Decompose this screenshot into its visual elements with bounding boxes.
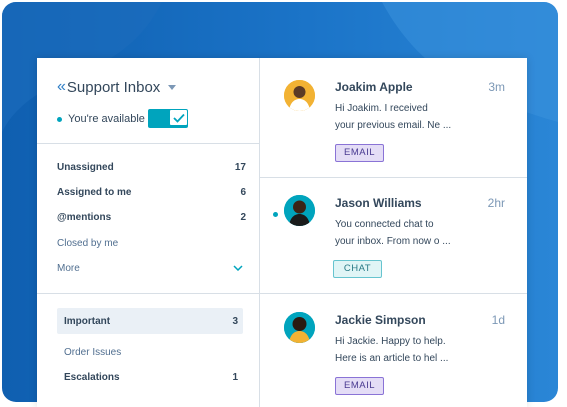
- nav-item-count: 2: [240, 211, 246, 223]
- preview-line: You connected chat to: [335, 219, 434, 230]
- person-avatar-icon: [284, 80, 315, 111]
- preview-line: Hi Jackie. Happy to help.: [335, 336, 446, 347]
- nav-item-mentions[interactable]: @mentions 2: [57, 205, 247, 229]
- inbox-title: Support Inbox: [66, 78, 161, 96]
- view-item-label: Important: [64, 315, 111, 327]
- conversation-item[interactable]: Jason Williams 2hr You connected chat to…: [260, 178, 527, 293]
- nav-item-unassigned[interactable]: Unassigned 17: [57, 155, 247, 179]
- nav-item-label: Unassigned: [57, 161, 114, 173]
- person-avatar-icon: [284, 312, 315, 343]
- inbox-card: « Support Inbox You're available Unassig…: [37, 58, 527, 407]
- message-time: 1d: [491, 313, 505, 327]
- message-preview: Hi Joakim. I received your previous emai…: [335, 100, 485, 134]
- nav-item-count: 6: [240, 186, 246, 198]
- channel-badge-email: EMAIL: [335, 377, 384, 395]
- double-chevron-left-icon[interactable]: «: [57, 78, 66, 96]
- view-item-count: 1: [232, 371, 238, 383]
- message-time: 3m: [488, 80, 505, 94]
- caret-down-icon[interactable]: [168, 84, 177, 90]
- nav-item-label: @mentions: [57, 211, 112, 223]
- message-time: 2hr: [487, 196, 505, 210]
- sidebar-divider: [37, 293, 259, 294]
- message-preview: Hi Jackie. Happy to help. Here is an art…: [335, 333, 485, 367]
- unread-dot-icon: [273, 212, 278, 217]
- channel-badge-email: EMAIL: [335, 144, 384, 162]
- view-item-order-issues[interactable]: Order Issues: [64, 340, 239, 364]
- availability-label: You're available: [68, 113, 145, 125]
- avatar: [284, 80, 315, 111]
- availability-status: You're available: [57, 113, 145, 125]
- person-avatar-icon: [284, 195, 315, 226]
- sidebar-divider: [37, 143, 259, 144]
- checkmark-icon: [170, 110, 187, 125]
- channel-badge-chat: CHAT: [333, 260, 382, 278]
- inbox-switcher[interactable]: « Support Inbox: [57, 78, 177, 96]
- avatar: [284, 312, 315, 343]
- message-preview: You connected chat to your inbox. From n…: [335, 216, 485, 250]
- preview-line: your previous email. Ne ...: [335, 120, 452, 131]
- nav-item-label: Assigned to me: [57, 186, 132, 198]
- preview-line: your inbox. From now o ...: [335, 236, 451, 247]
- view-item-escalations[interactable]: Escalations 1: [64, 365, 239, 389]
- contact-name: Joakim Apple: [335, 80, 413, 94]
- conversation-item[interactable]: Joakim Apple 3m Hi Joakim. I received yo…: [260, 58, 527, 177]
- nav-item-more[interactable]: More: [57, 256, 247, 280]
- view-item-label: Escalations: [64, 371, 120, 383]
- nav-item-label: More: [57, 262, 80, 274]
- view-item-count: 3: [232, 315, 238, 327]
- preview-line: Hi Joakim. I received: [335, 103, 428, 114]
- nav-item-count: 17: [234, 161, 246, 173]
- status-dot-icon: [57, 116, 62, 122]
- view-item-label: Order Issues: [64, 346, 122, 358]
- nav-item-assigned-to-me[interactable]: Assigned to me 6: [57, 180, 247, 204]
- conversation-item[interactable]: Jackie Simpson 1d Hi Jackie. Happy to he…: [260, 294, 527, 407]
- avatar: [284, 195, 315, 226]
- view-item-important[interactable]: Important 3: [64, 309, 239, 333]
- nav-item-label: Closed by me: [57, 237, 119, 249]
- nav-item-closed-by-me[interactable]: Closed by me: [57, 231, 247, 255]
- availability-toggle[interactable]: [148, 109, 188, 128]
- chevron-down-icon[interactable]: [233, 263, 243, 274]
- contact-name: Jackie Simpson: [335, 313, 426, 327]
- contact-name: Jason Williams: [335, 196, 422, 210]
- preview-line: Here is an article to hel ...: [335, 353, 449, 364]
